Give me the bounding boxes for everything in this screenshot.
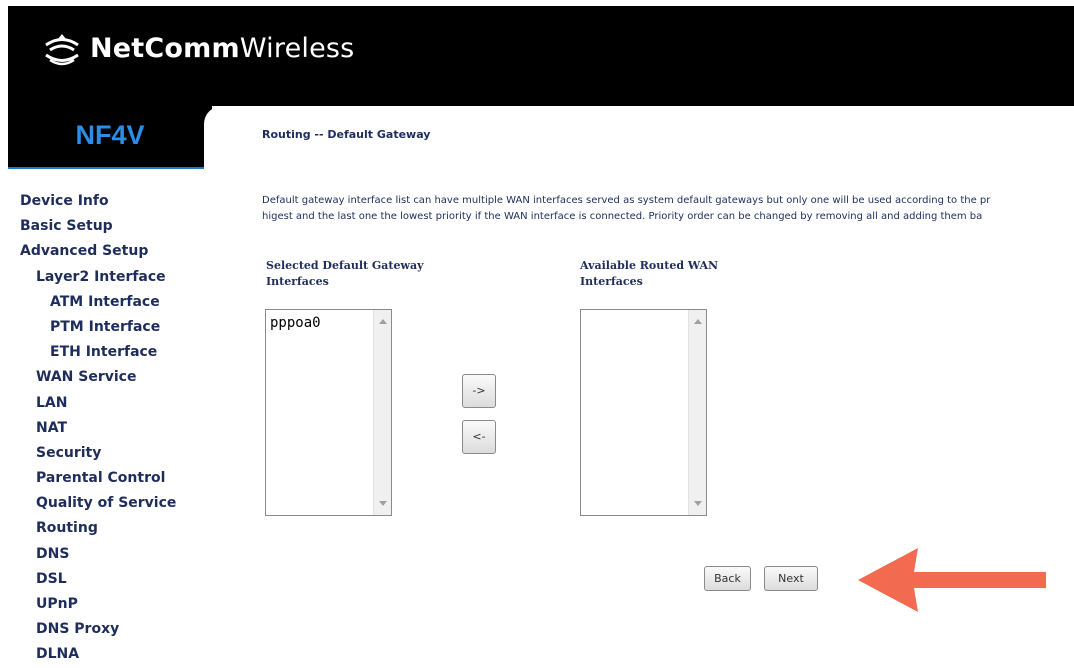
model-banner: NF4V xyxy=(8,106,212,169)
logo-text-bold: NetComm xyxy=(90,32,240,64)
sidebar-item-lan[interactable]: LAN xyxy=(8,391,204,416)
selected-gateway-label-line-2: Interfaces xyxy=(266,275,329,288)
sidebar-item-atm-interface[interactable]: ATM Interface xyxy=(8,290,204,315)
sidebar-item-security[interactable]: Security xyxy=(8,441,204,466)
annotation-arrow-icon xyxy=(858,548,1046,612)
sidebar-item-dns[interactable]: DNS xyxy=(8,542,204,567)
listbox-scrollbar[interactable] xyxy=(373,310,391,515)
description-line-1: Default gateway interface list can have … xyxy=(262,195,991,206)
sidebar-item-nat[interactable]: NAT xyxy=(8,416,204,441)
netcomm-logo: NetCommWireless xyxy=(42,28,354,68)
back-button[interactable]: Back xyxy=(704,566,751,591)
available-wan-label-line-2: Interfaces xyxy=(580,275,643,288)
next-button[interactable]: Next xyxy=(764,566,818,591)
description-line-2: higest and the last one the lowest prior… xyxy=(262,211,983,222)
sidebar-item-wan-service[interactable]: WAN Service xyxy=(8,365,204,390)
wifi-logo-icon xyxy=(45,34,79,66)
scroll-up-icon[interactable] xyxy=(379,319,387,324)
sidebar-item-dsl[interactable]: DSL xyxy=(8,567,204,592)
sidebar-item-layer2-interface[interactable]: Layer2 Interface xyxy=(8,265,204,290)
sidebar-item-device-info[interactable]: Device Info xyxy=(8,189,204,214)
list-item[interactable]: pppoa0 xyxy=(270,315,321,331)
page-title: Routing -- Default Gateway xyxy=(262,128,431,141)
sidebar-item-dns-proxy[interactable]: DNS Proxy xyxy=(8,617,204,642)
selected-gateway-label-line-1: Selected Default Gateway xyxy=(266,259,424,272)
sidebar: NF4V Device Info Basic Setup Advanced Se… xyxy=(8,106,212,662)
logo-text-light: Wireless xyxy=(239,32,355,64)
move-right-button[interactable]: -> xyxy=(462,374,496,408)
selected-gateway-listbox[interactable]: pppoa0 xyxy=(265,309,392,516)
listbox-scrollbar[interactable] xyxy=(688,310,706,515)
sidebar-item-basic-setup[interactable]: Basic Setup xyxy=(8,214,204,239)
scroll-down-icon[interactable] xyxy=(694,501,702,506)
sidebar-item-routing[interactable]: Routing xyxy=(8,516,204,541)
available-wan-listbox[interactable] xyxy=(580,309,707,516)
selected-gateway-label: Selected Default Gateway Interfaces xyxy=(266,258,456,290)
sidebar-item-eth-interface[interactable]: ETH Interface xyxy=(8,340,204,365)
scroll-up-icon[interactable] xyxy=(694,319,702,324)
sidebar-item-quality-of-service[interactable]: Quality of Service xyxy=(8,491,204,516)
available-wan-label-line-1: Available Routed WAN xyxy=(580,259,719,272)
sidebar-item-upnp[interactable]: UPnP xyxy=(8,592,204,617)
sidebar-item-dlna[interactable]: DLNA xyxy=(8,642,204,667)
page-description: Default gateway interface list can have … xyxy=(262,193,1074,225)
sidebar-item-parental-control[interactable]: Parental Control xyxy=(8,466,204,491)
move-left-button[interactable]: <- xyxy=(462,420,496,454)
logo-text: NetCommWireless xyxy=(90,33,354,64)
model-name: NF4V xyxy=(75,120,145,150)
sidebar-nav: Device Info Basic Setup Advanced Setup L… xyxy=(8,189,204,668)
sidebar-item-ptm-interface[interactable]: PTM Interface xyxy=(8,315,204,340)
available-wan-label: Available Routed WAN Interfaces xyxy=(580,258,770,290)
top-header: NetCommWireless xyxy=(8,6,1074,106)
scroll-down-icon[interactable] xyxy=(379,501,387,506)
sidebar-item-advanced-setup[interactable]: Advanced Setup xyxy=(8,239,204,264)
